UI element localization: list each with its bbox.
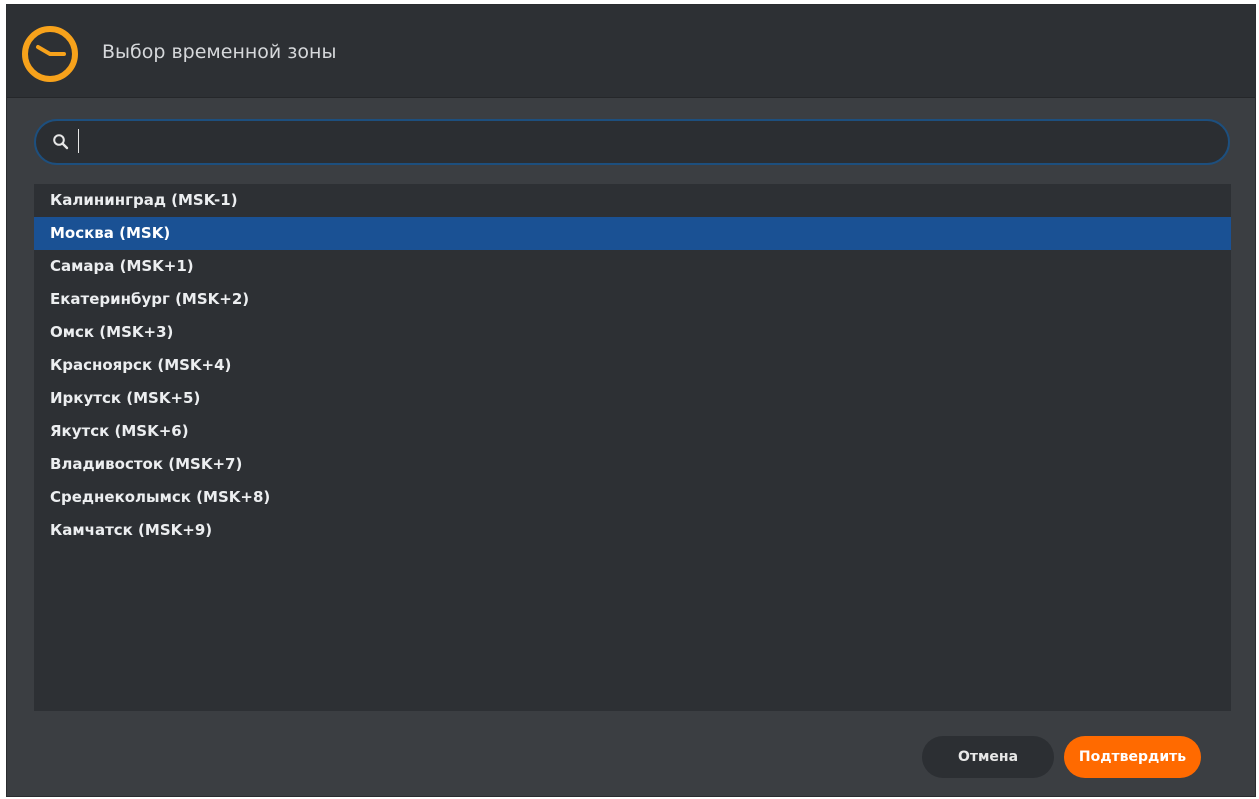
dialog-title: Выбор временной зоны (102, 41, 337, 63)
timezone-item[interactable]: Иркутск (MSK+5) (34, 382, 1231, 415)
timezone-item[interactable]: Среднеколымск (MSK+8) (34, 481, 1231, 514)
timezone-item[interactable]: Красноярск (MSK+4) (34, 349, 1231, 382)
search-box[interactable] (34, 119, 1230, 165)
timezone-item[interactable]: Калининград (MSK-1) (34, 184, 1231, 217)
search-input[interactable] (76, 127, 1220, 159)
timezone-item[interactable]: Самара (MSK+1) (34, 250, 1231, 283)
dialog-header: Выбор временной зоны (7, 5, 1255, 98)
clock-icon (22, 26, 78, 82)
timezone-list[interactable]: Калининград (MSK-1) Москва (MSK) Самара (M… (34, 184, 1231, 711)
timezone-item[interactable]: Москва (MSK) (34, 217, 1231, 250)
timezone-item[interactable]: Екатеринбург (MSK+2) (34, 283, 1231, 316)
timezone-dialog: Выбор временной зоны Калининград (MSK-1)… (6, 4, 1256, 797)
timezone-item[interactable]: Омск (MSK+3) (34, 316, 1231, 349)
cancel-button[interactable]: Отмена (922, 736, 1054, 778)
timezone-item[interactable]: Камчатск (MSK+9) (34, 514, 1231, 547)
confirm-button[interactable]: Подтвердить (1064, 736, 1201, 778)
search-icon (53, 134, 69, 150)
timezone-item[interactable]: Владивосток (MSK+7) (34, 448, 1231, 481)
timezone-item[interactable]: Якутск (MSK+6) (34, 415, 1231, 448)
